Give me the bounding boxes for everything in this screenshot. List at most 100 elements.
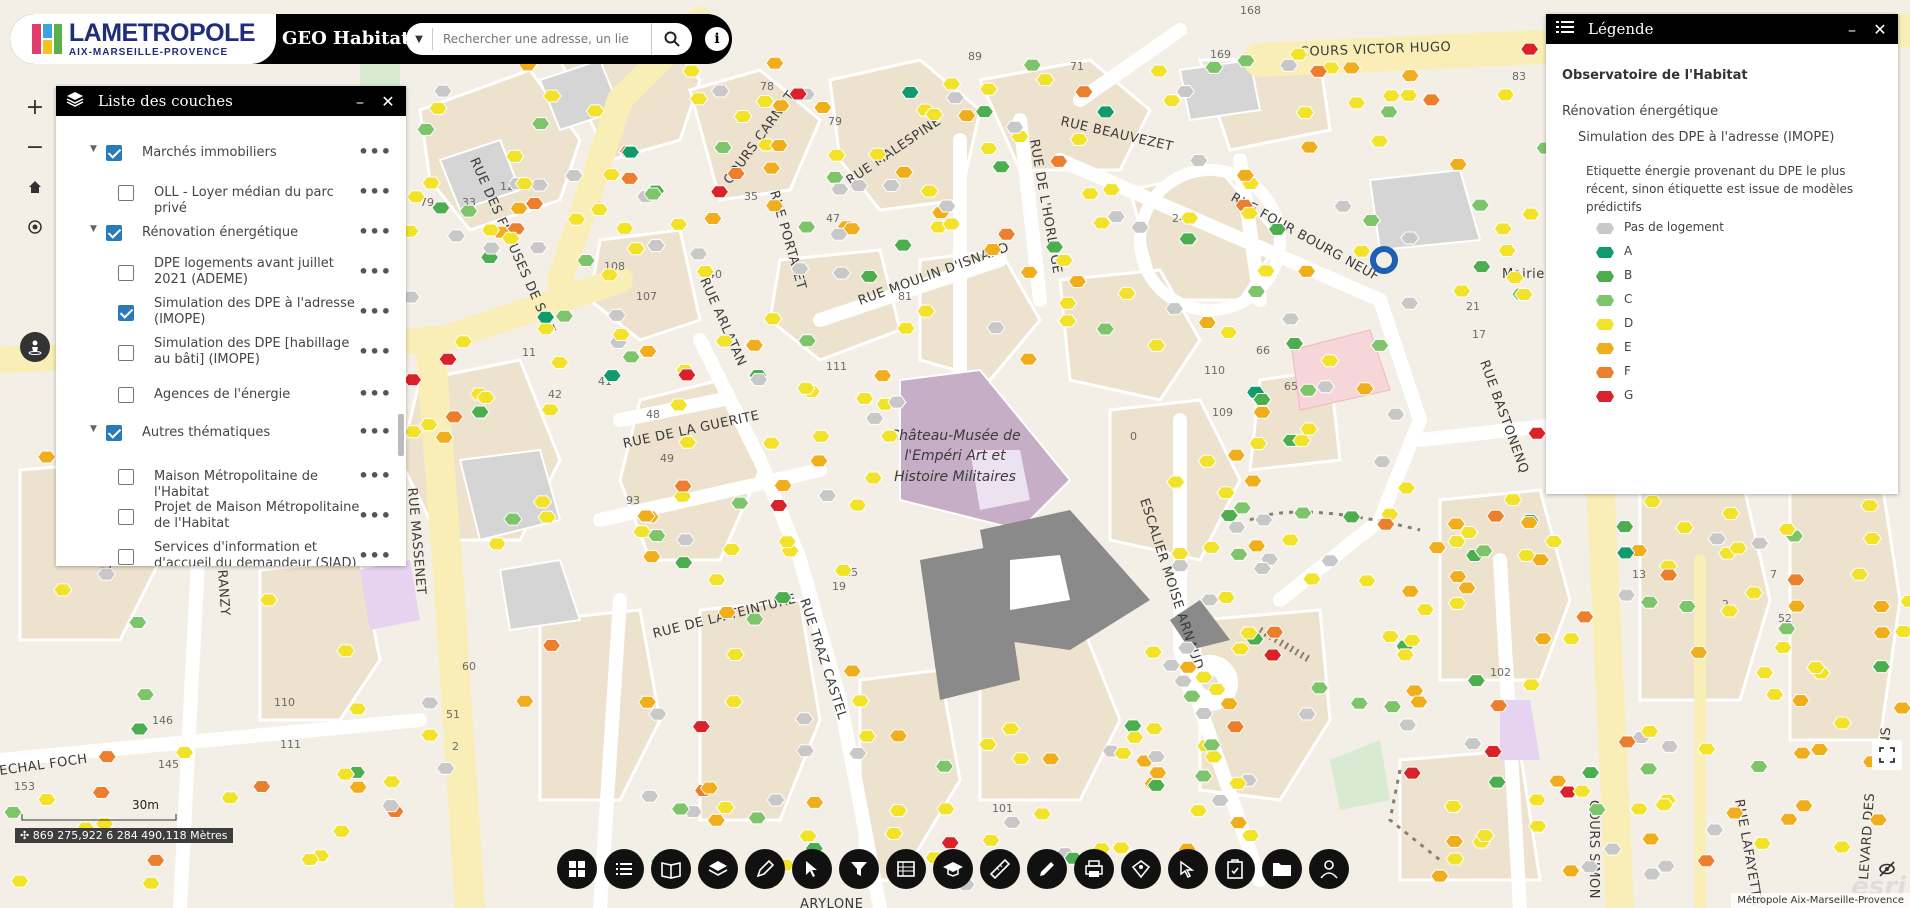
dpe-marker: [1382, 700, 1403, 714]
layer-visibility-checkbox[interactable]: [106, 425, 122, 441]
cursor-select-tool-button[interactable]: [1168, 849, 1208, 889]
layer-visibility-checkbox[interactable]: [118, 549, 134, 565]
dpe-marker: [1707, 532, 1727, 546]
layer-visibility-checkbox[interactable]: [118, 387, 134, 403]
dpe-marker: [3, 805, 23, 819]
dpe-marker: [1519, 516, 1539, 530]
home-button[interactable]: [18, 170, 52, 204]
layer-options-button[interactable]: •••: [358, 422, 392, 441]
clipboard-tool-button[interactable]: [1215, 849, 1255, 889]
edit-tool-button[interactable]: [1027, 849, 1067, 889]
layer-row[interactable]: Simulation des DPE à l'adresse (IMOPE) ••…: [56, 296, 392, 330]
folder-tool-button[interactable]: [1262, 849, 1302, 889]
table-tool-button[interactable]: [886, 849, 926, 889]
dpe-marker: [1080, 187, 1100, 201]
dpe-marker: [1642, 867, 1662, 881]
layer-label: DPE logements avant juillet 2021 (ADEME): [154, 256, 334, 287]
dpe-marker: [707, 573, 727, 587]
dpe-marker: [1463, 737, 1483, 751]
layer-options-button[interactable]: •••: [358, 506, 392, 525]
layer-label: Projet de Maison Métropolitaine de l'Hab…: [154, 500, 360, 531]
dpe-marker: [978, 737, 998, 751]
close-button[interactable]: ✕: [1868, 14, 1892, 44]
dpe-marker: [715, 800, 736, 814]
logo-subtitle: AIX-MARSEILLE-PROVENCE: [68, 46, 229, 58]
zoom-in-button[interactable]: +: [18, 90, 52, 124]
svg-text:ARYLONE: ARYLONE: [800, 897, 864, 908]
expand-chevron-icon[interactable]: ▼: [90, 424, 97, 434]
dpe-marker: [1765, 687, 1785, 701]
layer-list-tool-button[interactable]: [604, 849, 644, 889]
layer-options-button[interactable]: •••: [358, 182, 392, 201]
layer-group-row[interactable]: ▼ Marchés immobiliers •••: [56, 136, 392, 170]
dpe-marker: [1402, 633, 1422, 647]
draw-tool-button[interactable]: [745, 849, 785, 889]
layer-row[interactable]: Services d'information et d'accueil du d…: [56, 540, 392, 566]
layer-options-button[interactable]: •••: [358, 546, 392, 565]
layer-row[interactable]: Projet de Maison Métropolitaine de l'Hab…: [56, 500, 392, 534]
dpe-marker: [1860, 499, 1880, 513]
layer-group-row[interactable]: ▼ Rénovation énergétique •••: [56, 216, 392, 250]
layer-visibility-checkbox[interactable]: [118, 345, 134, 361]
map-pin-tool-button[interactable]: [1121, 849, 1161, 889]
layer-visibility-checkbox[interactable]: [118, 185, 134, 201]
layer-visibility-checkbox[interactable]: [118, 469, 134, 485]
layer-list-scrollbar[interactable]: [396, 116, 404, 566]
measure-tool-button[interactable]: [980, 849, 1020, 889]
search-button[interactable]: [651, 23, 692, 55]
fullscreen-button[interactable]: [1872, 740, 1902, 770]
layer-row[interactable]: OLL - Loyer médian du parc privé •••: [56, 176, 392, 216]
layer-group-row[interactable]: ▼ Autres thématiques •••: [56, 416, 392, 450]
layer-visibility-checkbox[interactable]: [118, 305, 134, 321]
layer-options-button[interactable]: •••: [358, 466, 392, 485]
layers-tool-button[interactable]: [698, 849, 738, 889]
dpe-marker: [763, 312, 783, 326]
locate-button[interactable]: [18, 210, 52, 244]
close-button[interactable]: ✕: [376, 86, 400, 116]
layer-options-button[interactable]: •••: [358, 384, 392, 403]
print-tool-button[interactable]: [1074, 849, 1114, 889]
minimize-button[interactable]: –: [1840, 14, 1864, 44]
svg-text:83: 83: [1512, 70, 1526, 83]
info-button[interactable]: i: [705, 27, 729, 51]
apps-tool-button[interactable]: [557, 849, 597, 889]
zoom-out-button[interactable]: −: [18, 130, 52, 164]
expand-chevron-icon[interactable]: ▼: [90, 224, 97, 234]
dpe-marker: [1349, 696, 1369, 710]
bookmark-book-tool-button[interactable]: [651, 849, 691, 889]
layer-options-button[interactable]: •••: [358, 302, 392, 321]
dpe-marker: [1379, 105, 1399, 119]
layer-visibility-checkbox[interactable]: [118, 509, 134, 525]
metropole-logo[interactable]: LAMETROPOLE AIX-MARSEILLE-PROVENCE: [10, 14, 276, 64]
layer-options-button[interactable]: •••: [358, 342, 392, 361]
select-tool-button[interactable]: [792, 849, 832, 889]
search-source-dropdown[interactable]: ▼: [406, 34, 432, 45]
layer-options-button[interactable]: •••: [358, 142, 392, 161]
dpe-marker: [1044, 240, 1065, 254]
layer-visibility-checkbox[interactable]: [106, 225, 122, 241]
search-input[interactable]: [432, 28, 635, 50]
minimize-button[interactable]: –: [348, 86, 372, 116]
layer-row[interactable]: DPE logements avant juillet 2021 (ADEME)…: [56, 256, 392, 290]
dpe-marker: [677, 435, 698, 449]
layer-options-button[interactable]: •••: [358, 262, 392, 281]
user-tool-button[interactable]: [1309, 849, 1349, 889]
dpe-marker: [1161, 658, 1181, 672]
street-view-button[interactable]: [20, 332, 50, 362]
filter-tool-button[interactable]: [839, 849, 879, 889]
layer-row[interactable]: Maison Métropolitaine de l'Habitat •••: [56, 460, 392, 500]
layer-row[interactable]: Simulation des DPE [habillage au bâti] (…: [56, 336, 392, 370]
expand-chevron-icon[interactable]: ▼: [90, 144, 97, 154]
dpe-marker: [1397, 718, 1418, 732]
layer-row[interactable]: Agences de l'énergie •••: [56, 378, 392, 412]
dpe-marker: [128, 615, 148, 629]
education-tool-button[interactable]: [933, 849, 973, 889]
layer-visibility-checkbox[interactable]: [106, 145, 122, 161]
dpe-marker: [937, 199, 957, 213]
layer-visibility-checkbox[interactable]: [118, 265, 134, 281]
dpe-marker: [761, 436, 782, 450]
layer-options-button[interactable]: •••: [358, 222, 392, 241]
dpe-marker: [1057, 314, 1078, 328]
dpe-marker: [1721, 506, 1741, 520]
dpe-marker: [1528, 819, 1548, 833]
